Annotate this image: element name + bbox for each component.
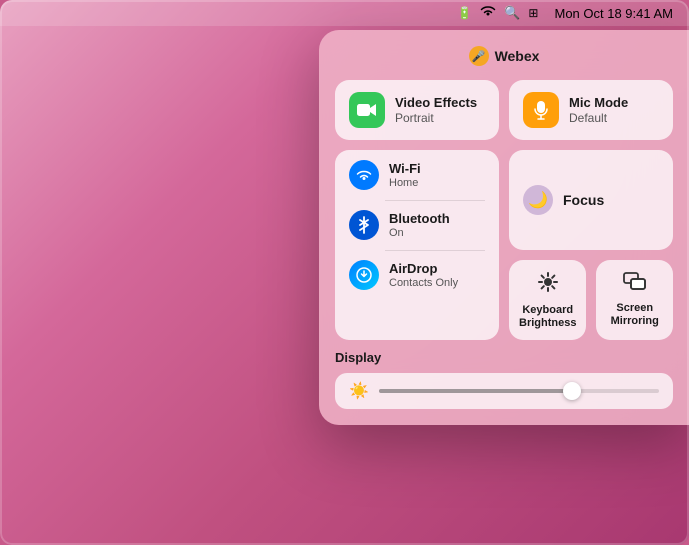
webex-icon: 🎤 [469,46,489,66]
mic-mode-text: Mic Mode Default [569,95,628,126]
brightness-slider-fill [379,389,575,393]
keyboard-brightness-tile[interactable]: KeyboardBrightness [509,260,586,340]
small-tiles-row: KeyboardBrightness [509,260,673,340]
airdrop-icon [355,266,373,284]
screen-mirroring-icon [623,272,647,298]
bluetooth-subtitle: On [389,227,450,239]
network-stack: Wi-Fi Home Bluetooth [335,150,499,340]
display-slider-container: ☀️ [335,373,673,409]
webex-header: 🎤 Webex [335,46,673,66]
search-menubar-icon[interactable]: 🔍 [504,5,520,21]
mic-mode-icon-bg [523,92,559,128]
webex-label: Webex [495,48,540,64]
brightness-icon: ☀️ [349,381,369,401]
mic-mode-subtitle: Default [569,111,628,125]
bluetooth-item[interactable]: Bluetooth On [335,200,499,250]
middle-row: Wi-Fi Home Bluetooth [335,150,673,340]
microphone-icon [534,100,548,120]
wifi-icon [349,160,379,190]
control-center-icon[interactable]: ⊞ [528,6,538,20]
bluetooth-title: Bluetooth [389,211,450,227]
wifi-title: Wi-Fi [389,161,421,177]
wifi-item[interactable]: Wi-Fi Home [335,150,499,200]
menubar-time: Mon Oct 18 9:41 AM [554,6,673,21]
airdrop-item[interactable]: AirDrop Contacts Only [335,250,499,300]
right-column: 🌙 Focus [509,150,673,340]
bluetooth-icon-bg [349,210,379,240]
airdrop-icon-bg [349,260,379,290]
airdrop-subtitle: Contacts Only [389,277,458,289]
screen-mirroring-label: ScreenMirroring [611,302,659,328]
video-effects-subtitle: Portrait [395,111,477,125]
wifi-subtitle: Home [389,177,421,189]
control-center-panel: 🎤 Webex Video Effects Portrait [319,30,689,425]
display-section: Display ☀️ [335,350,673,409]
screen-mirroring-tile[interactable]: ScreenMirroring [596,260,673,340]
video-effects-text: Video Effects Portrait [395,95,477,126]
bluetooth-icon [358,216,370,234]
mic-mode-tile[interactable]: Mic Mode Default [509,80,673,140]
display-section-label: Display [335,350,673,365]
focus-icon: 🌙 [523,185,553,215]
video-effects-icon-bg [349,92,385,128]
mic-mode-title: Mic Mode [569,95,628,111]
wifi-menubar-icon[interactable] [480,4,496,22]
airdrop-title: AirDrop [389,261,458,277]
bluetooth-text: Bluetooth On [389,211,450,239]
airdrop-text: AirDrop Contacts Only [389,261,458,289]
focus-tile[interactable]: 🌙 Focus [509,150,673,250]
focus-title: Focus [563,192,604,208]
video-effects-title: Video Effects [395,95,477,111]
video-effects-tile[interactable]: Video Effects Portrait [335,80,499,140]
brightness-slider[interactable] [379,389,659,393]
video-camera-icon [356,102,378,118]
battery-icon: 🔋 [457,6,472,20]
brightness-slider-thumb [563,382,581,400]
keyboard-brightness-icon [536,270,560,300]
top-row: Video Effects Portrait Mic Mode Defaul [335,80,673,140]
wifi-text: Wi-Fi Home [389,161,421,189]
keyboard-brightness-label: KeyboardBrightness [519,304,576,330]
menubar: 🔋 🔍 ⊞ Mon Oct 18 9:41 AM [0,0,689,26]
